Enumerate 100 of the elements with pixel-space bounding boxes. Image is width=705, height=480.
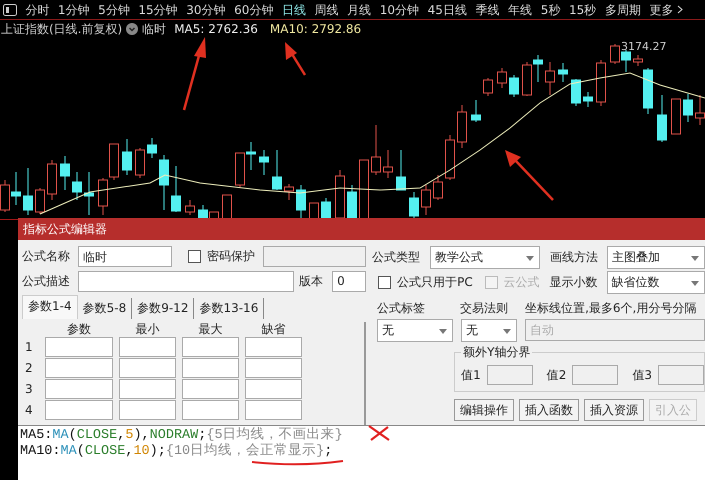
name-field[interactable]: 临时 [78, 246, 172, 266]
max-field[interactable] [182, 358, 239, 378]
dropdown[interactable]: 主图叠加 [607, 246, 705, 268]
period-tab[interactable]: 周线 [310, 0, 343, 18]
param-tab[interactable]: 参数1-4 [22, 295, 78, 319]
param-field[interactable] [45, 400, 113, 420]
version-field[interactable]: 0 [332, 270, 366, 292]
candlestick [284, 184, 294, 200]
param-tab[interactable]: 参数5-8 [78, 298, 132, 319]
candlestick [396, 150, 406, 190]
default-field[interactable] [245, 379, 302, 399]
caret-icon [526, 256, 534, 260]
dropdown[interactable]: 无 [461, 318, 518, 342]
period-tab[interactable]: 多周期 [600, 0, 646, 18]
candlestick [383, 150, 393, 178]
index-title: 上证指数(日线.前复权) [1, 20, 122, 38]
period-tab[interactable]: 1分钟 [54, 0, 94, 18]
min-field[interactable] [119, 337, 176, 357]
period-tab[interactable]: 月线 [342, 0, 376, 18]
code-editor[interactable]: MA5:MA(CLOSE,5),NODRAW;{5日均线，不画出来} MA10:MA(CLOSE,10);{10日均线，会正常显示}; [18, 425, 705, 480]
min-field[interactable] [119, 358, 176, 378]
default-field[interactable] [245, 358, 302, 378]
candlestick [72, 172, 82, 200]
default-field[interactable] [245, 400, 302, 420]
candlestick [545, 62, 555, 96]
default-field[interactable] [245, 337, 302, 357]
password-field[interactable] [263, 246, 366, 266]
more-button[interactable]: 更多 [645, 0, 688, 18]
caret-icon [691, 256, 699, 260]
period-tab[interactable]: 15分钟 [134, 0, 182, 18]
value-field[interactable] [572, 365, 618, 385]
value-field[interactable] [486, 365, 533, 385]
candlestick [159, 154, 169, 210]
column-header: 参数 [66, 322, 92, 336]
period-tab[interactable]: 10分钟 [375, 0, 424, 18]
dropdown-icon[interactable] [126, 23, 138, 35]
max-field[interactable] [182, 379, 239, 399]
candlestick [433, 174, 443, 200]
dropdown[interactable]: 教学公式 [430, 246, 540, 268]
candlestick [109, 144, 119, 180]
column-header: 最大 [198, 322, 224, 336]
checkbox-label: 云公式 [504, 274, 540, 290]
candlestick [171, 166, 181, 212]
period-tab[interactable]: 季线 [471, 0, 504, 18]
period-tab[interactable]: 15秒 [564, 0, 601, 18]
ma5-value: MA5: 2762.36 [174, 22, 258, 36]
param-field[interactable] [45, 337, 113, 357]
max-field[interactable] [182, 400, 239, 420]
candlestick [621, 50, 631, 72]
description-field[interactable] [78, 270, 294, 292]
period-tab[interactable]: 分时 [21, 0, 54, 18]
min-field[interactable] [119, 379, 176, 399]
period-tab[interactable]: 30分钟 [182, 0, 230, 18]
checkbox-label: 密码保护 [207, 248, 255, 264]
candlestick [335, 170, 345, 220]
period-tab[interactable]: 5分钟 [94, 0, 134, 18]
candlestick [60, 156, 70, 190]
candlestick [657, 94, 667, 142]
max-field[interactable] [182, 337, 239, 357]
period-tab[interactable]: 60分钟 [230, 0, 278, 18]
param-tab[interactable]: 参数13-16 [194, 298, 264, 319]
candlestick [471, 100, 481, 122]
row-number: 1 [25, 339, 34, 356]
period-tab[interactable]: 年线 [504, 0, 536, 18]
candlestick [409, 192, 419, 218]
candlestick [259, 150, 269, 176]
candlestick [122, 138, 132, 176]
dropdown[interactable]: 无 [377, 318, 454, 342]
param-tab[interactable]: 参数9-12 [132, 298, 194, 319]
candlestick [522, 62, 532, 96]
candlestick [558, 62, 568, 82]
param-field[interactable] [45, 358, 113, 378]
candlestick [321, 198, 331, 220]
field-label: 值3 [632, 366, 652, 384]
param-field[interactable] [45, 379, 113, 399]
checkbox[interactable] [378, 276, 392, 288]
dialog-button[interactable]: 插入函数 [519, 399, 580, 421]
dropdown[interactable]: 缺省位数 [606, 270, 705, 294]
checkbox[interactable] [188, 250, 201, 262]
period-tab[interactable]: 日线 [278, 0, 310, 18]
candlestick [272, 150, 282, 190]
field-label: 值1 [461, 366, 481, 384]
dialog-button[interactable]: 编辑操作 [454, 399, 514, 421]
indicator-name: 临时 [142, 20, 166, 38]
field-label: 交易法则 [460, 300, 510, 316]
row-number: 3 [25, 381, 34, 398]
period-tab[interactable]: 45日线 [423, 0, 472, 18]
cross-mark [368, 424, 390, 442]
caret-icon [439, 328, 448, 334]
annotation-arrow [505, 150, 554, 201]
min-field[interactable] [119, 400, 176, 420]
row-number: 4 [25, 402, 34, 419]
dialog-button[interactable]: 插入资源 [584, 399, 644, 421]
panel-toggle-icon[interactable] [3, 4, 17, 16]
caret-icon [691, 280, 699, 286]
field-label: 坐标线位置,最多6个,用分号分隔 [525, 300, 696, 316]
value-field[interactable] [658, 365, 704, 385]
candlestick [421, 184, 431, 216]
annotation-arrow [285, 42, 306, 76]
period-tab[interactable]: 5秒 [536, 0, 565, 18]
